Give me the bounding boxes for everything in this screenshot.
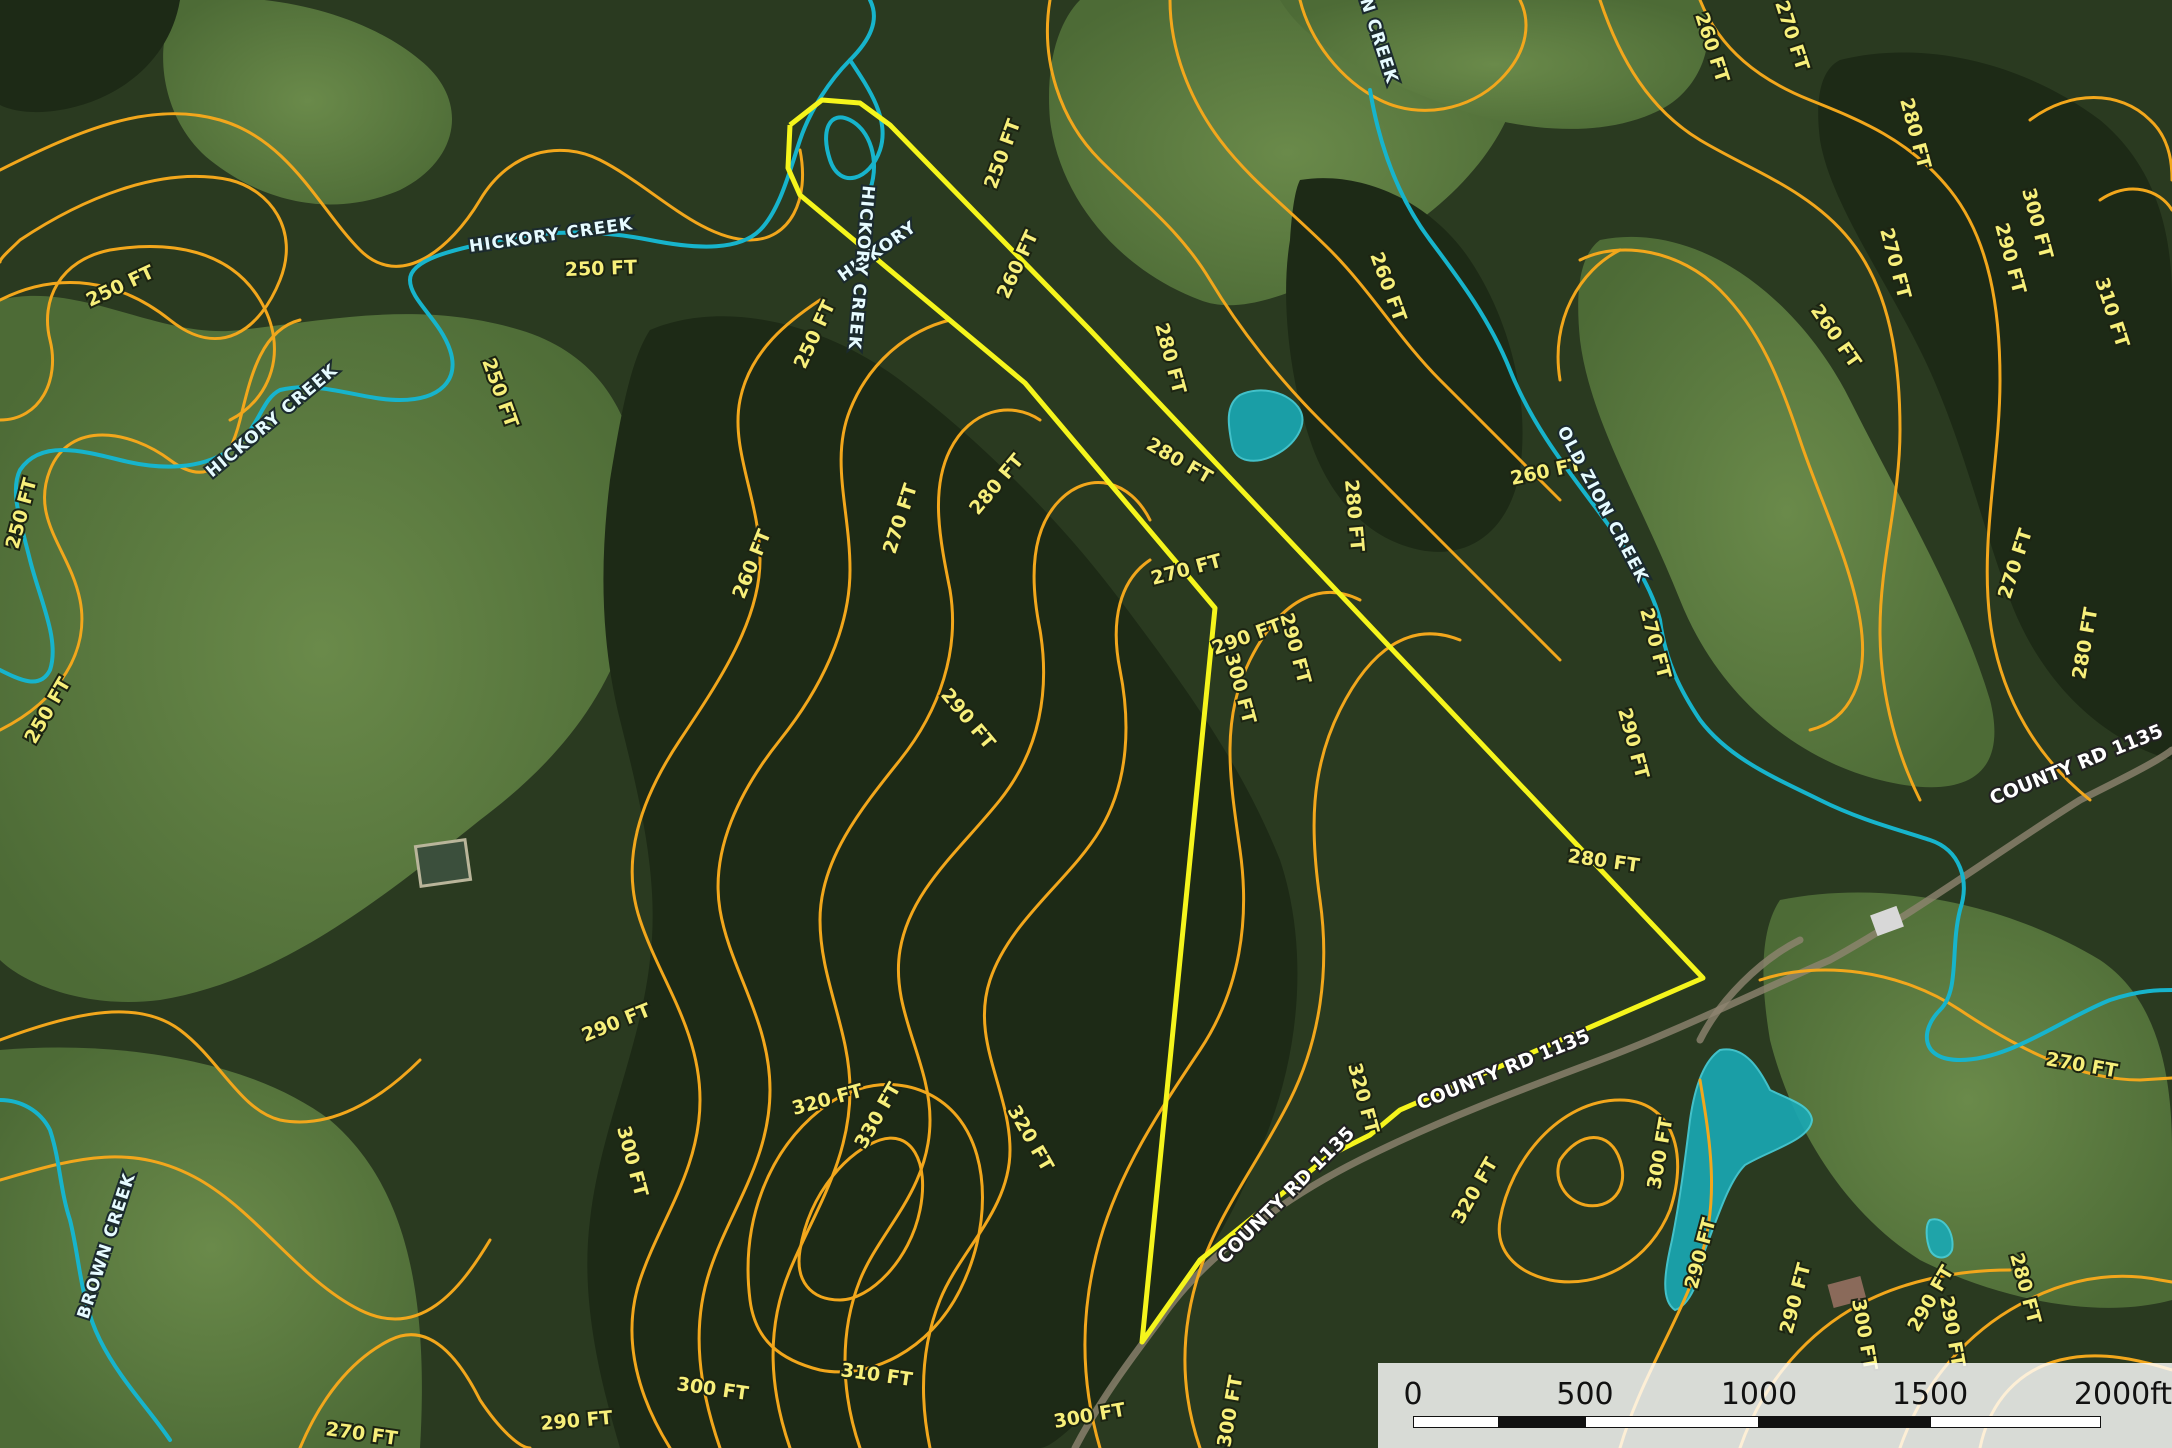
scale-tick-label: 500 (1556, 1377, 1614, 1412)
scale-segment (1413, 1416, 1499, 1428)
scale-tick-label: 2000ft (2073, 1377, 2172, 1412)
topographic-map[interactable]: 250 FT 250 FT 250 FT 250 FT 250 FT 250 F… (0, 0, 2172, 1448)
scale-tick-label: 0 (1403, 1377, 1423, 1412)
scale-segment (1930, 1416, 2101, 1428)
scale-bar: 0 500 1000 1500 2000ft (1378, 1363, 2172, 1448)
scale-segment (1759, 1416, 1930, 1428)
scale-segment (1499, 1416, 1585, 1428)
scale-tick-label: 1000 (1720, 1377, 1798, 1412)
scale-tick-label: 1500 (1891, 1377, 1969, 1412)
stock-tank (413, 838, 473, 888)
scale-segment (1585, 1416, 1759, 1428)
contour-label: 250 FT (564, 256, 637, 281)
